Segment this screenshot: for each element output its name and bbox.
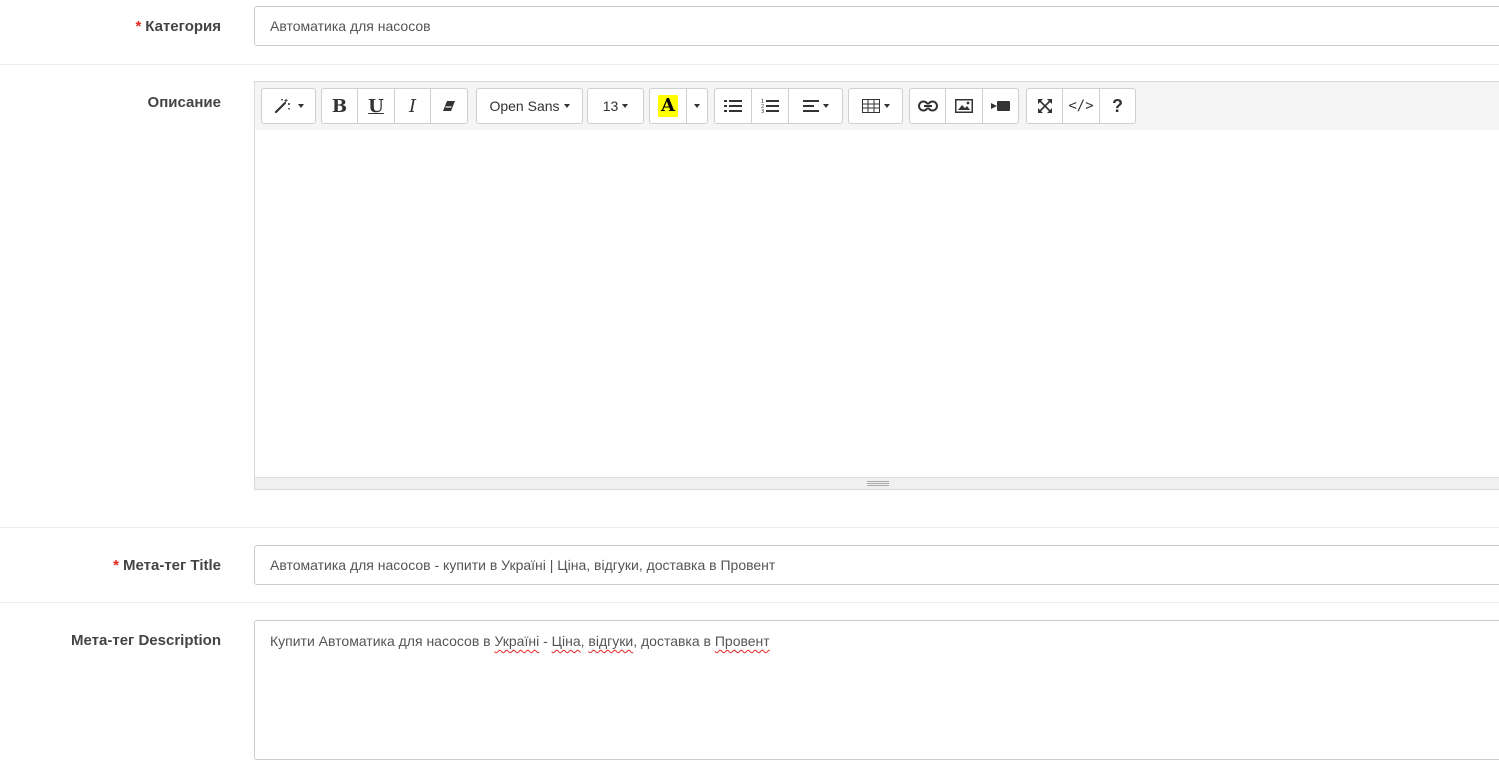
style-group — [261, 88, 316, 124]
paragraph-group: 123 — [714, 88, 843, 124]
svg-text:3: 3 — [761, 109, 764, 114]
fullscreen-button[interactable] — [1026, 88, 1063, 124]
style-dropdown-button[interactable] — [261, 88, 316, 124]
chevron-down-icon — [563, 104, 570, 108]
category-input[interactable]: Автоматика для насосов — [254, 6, 1499, 46]
unordered-list-button[interactable] — [714, 88, 752, 124]
chevron-down-icon — [297, 104, 304, 108]
misspelled-word: Провент — [714, 633, 770, 649]
text-segment: - — [539, 633, 552, 649]
chevron-down-icon — [822, 104, 829, 108]
table-icon — [861, 99, 880, 113]
form-row-meta-title: * Мета-тег Title Автоматика для насосов -… — [0, 528, 1499, 602]
meta-description-textarea[interactable]: Купити Автоматика для насосов в Україні … — [254, 620, 1499, 760]
picture-icon — [955, 99, 973, 113]
list-ul-icon — [724, 99, 742, 113]
misspelled-word: відгуки — [588, 633, 634, 649]
chevron-down-icon — [622, 104, 629, 108]
font-size-value: 13 — [602, 98, 619, 114]
underline-button[interactable]: U — [357, 88, 395, 124]
text-segment: , доставка в — [633, 633, 715, 649]
link-icon — [917, 100, 938, 112]
eraser-icon — [442, 100, 456, 112]
font-size-group: 13 — [587, 88, 644, 124]
description-editor: B U I Open Sans 13 A 1 2 3 </> ? — [254, 81, 1499, 490]
font-family-dropdown[interactable]: Open Sans — [476, 88, 583, 124]
list-ol-icon: 123 — [761, 98, 779, 114]
font-family-value: Open Sans — [489, 98, 560, 114]
code-view-button[interactable]: </> — [1062, 88, 1100, 124]
text-segment: Купити Автоматика для насосов в — [270, 633, 495, 649]
meta-title-input[interactable]: Автоматика для насосов - купити в Україн… — [254, 545, 1499, 585]
chevron-down-icon — [694, 104, 700, 108]
font-style-group: B U I — [321, 88, 468, 124]
bold-button[interactable]: B — [321, 88, 358, 124]
required-marker: * — [113, 557, 119, 574]
editor-toolbar: B U I Open Sans 13 A 1 2 3 </> ? — [255, 82, 1499, 131]
ordered-list-button[interactable]: 123 — [751, 88, 789, 124]
recent-color-button[interactable]: A — [649, 88, 687, 124]
category-label: * Категория — [135, 18, 221, 35]
table-group — [848, 88, 903, 124]
meta-description-label: Мета-тег Description — [71, 632, 221, 649]
color-dropdown-button[interactable] — [686, 88, 708, 124]
font-family-group: Open Sans — [476, 88, 583, 124]
fullscreen-icon — [1037, 98, 1053, 114]
form-row-meta-description: Мета-тег Description Купити Автоматика д… — [0, 603, 1499, 760]
picture-button[interactable] — [945, 88, 983, 124]
video-button[interactable] — [982, 88, 1019, 124]
italic-button[interactable]: I — [394, 88, 431, 124]
magic-wand-icon — [274, 98, 294, 114]
color-group: A — [649, 88, 708, 124]
grip-icon — [867, 481, 889, 486]
paragraph-align-dropdown[interactable] — [788, 88, 843, 124]
video-icon — [990, 100, 1011, 112]
required-marker: * — [135, 18, 142, 35]
editor-content-area[interactable] — [255, 130, 1499, 479]
meta-title-label: * Мета-тег Title — [113, 557, 221, 574]
text-color-letter: A — [658, 95, 678, 117]
clear-format-button[interactable] — [430, 88, 468, 124]
help-button[interactable]: ? — [1099, 88, 1136, 124]
editor-resize-bar[interactable] — [255, 477, 1499, 489]
misspelled-word: Ціна — [551, 633, 581, 649]
link-button[interactable] — [909, 88, 946, 124]
insert-group — [909, 88, 1019, 124]
form-row-category: * Категория Автоматика для насосов — [0, 0, 1499, 64]
font-size-dropdown[interactable]: 13 — [587, 88, 644, 124]
view-group: </> ? — [1026, 88, 1136, 124]
misspelled-word: Україні — [494, 633, 540, 649]
description-label: Описание — [147, 94, 221, 111]
table-dropdown-button[interactable] — [848, 88, 903, 124]
chevron-down-icon — [883, 104, 890, 108]
align-left-icon — [802, 100, 819, 112]
